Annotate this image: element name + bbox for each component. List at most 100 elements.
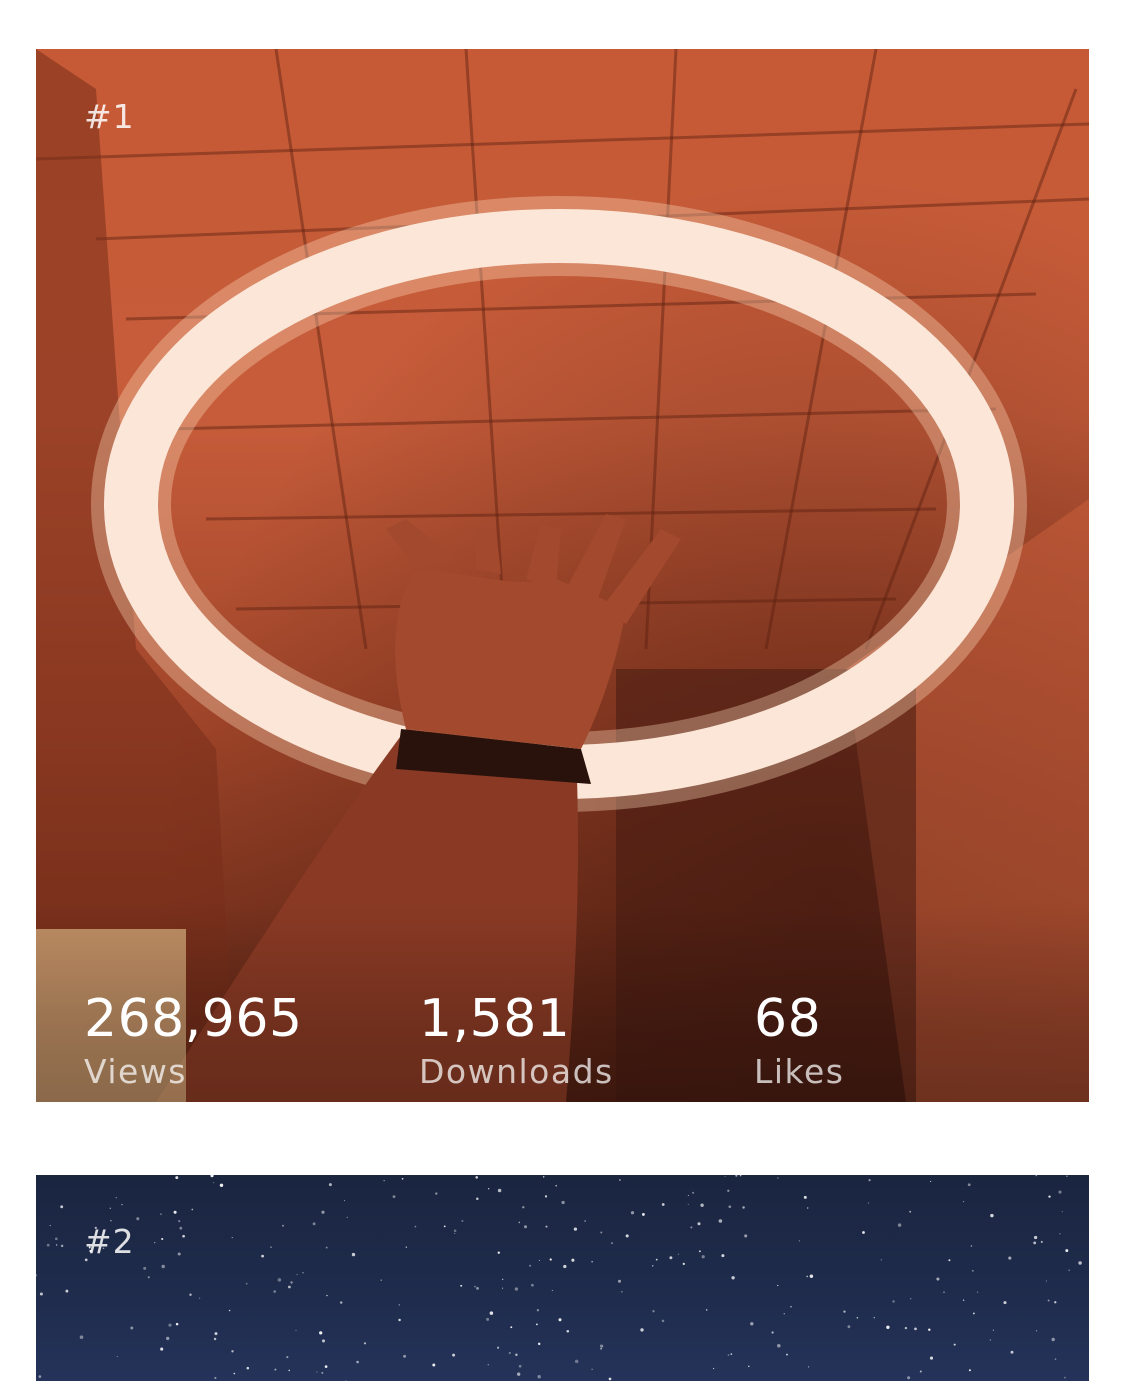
star-dot xyxy=(214,1376,217,1380)
star-dot xyxy=(1008,1256,1012,1260)
star-dot xyxy=(661,1203,665,1206)
star-dot xyxy=(700,1203,704,1207)
star-dot xyxy=(1058,1190,1062,1194)
star-dot xyxy=(798,1240,800,1242)
star-dot xyxy=(661,1319,665,1323)
star-dot xyxy=(962,1299,965,1301)
star-dot xyxy=(245,1282,248,1285)
star-dot xyxy=(383,1180,385,1182)
star-dot xyxy=(655,1258,658,1261)
star-dot xyxy=(1068,1269,1070,1271)
star-dot xyxy=(948,1259,951,1262)
star-dot xyxy=(136,1217,140,1221)
star-dot xyxy=(1065,1249,1069,1253)
star-dot xyxy=(346,1216,348,1218)
star-dot xyxy=(1061,1210,1063,1213)
star-dot xyxy=(497,1346,500,1349)
downloads-stat: 1,581 Downloads xyxy=(419,987,614,1095)
star-dot xyxy=(231,1350,234,1353)
star-dot xyxy=(65,1289,69,1293)
star-dot xyxy=(1010,1350,1014,1354)
star-dot xyxy=(618,1179,621,1181)
star-dot xyxy=(130,1326,134,1330)
star-dot xyxy=(213,1337,217,1341)
star-dot xyxy=(435,1192,438,1195)
star-dot xyxy=(730,1353,733,1355)
star-dot xyxy=(486,1317,490,1321)
star-dot xyxy=(328,1183,332,1187)
star-dot xyxy=(515,1353,518,1356)
star-dot xyxy=(669,1256,673,1260)
star-dot xyxy=(474,1285,476,1288)
star-dot xyxy=(356,1360,359,1364)
rank-label: #2 xyxy=(84,1222,135,1261)
star-dot xyxy=(288,1369,291,1372)
star-dot xyxy=(705,1309,708,1311)
likes-stat: 68 Likes xyxy=(754,987,844,1095)
star-dot xyxy=(290,1281,293,1284)
star-dot xyxy=(786,1353,788,1356)
star-dot xyxy=(690,1226,693,1229)
star-dot xyxy=(351,1252,356,1257)
star-dot xyxy=(739,1175,742,1177)
star-dot xyxy=(806,1275,808,1278)
star-dot xyxy=(46,1243,50,1247)
star-dot xyxy=(461,1219,464,1223)
star-dot xyxy=(976,1291,979,1293)
star-dot xyxy=(38,1375,42,1378)
photo-card[interactable]: #2 xyxy=(36,1175,1089,1381)
star-dot xyxy=(783,1313,785,1315)
star-dot xyxy=(475,1176,478,1179)
star-dot xyxy=(536,1309,540,1312)
star-dot xyxy=(414,1225,417,1228)
star-dot xyxy=(522,1206,525,1209)
star-dot xyxy=(286,1355,289,1359)
star-dot xyxy=(971,1269,974,1272)
star-dot xyxy=(147,1276,150,1279)
star-dot xyxy=(936,1277,940,1281)
star-dot xyxy=(919,1370,922,1373)
star-dot xyxy=(574,1359,579,1364)
star-dot xyxy=(970,1245,973,1247)
star-dot xyxy=(687,1203,689,1205)
star-dot xyxy=(566,1330,570,1333)
star-dot xyxy=(159,1213,162,1216)
downloads-label: Downloads xyxy=(419,1052,614,1091)
star-dot xyxy=(343,1199,346,1202)
star-dot xyxy=(968,1369,971,1372)
photo-image[interactable] xyxy=(36,1175,1089,1381)
star-dot xyxy=(214,1332,218,1336)
star-dot xyxy=(571,1258,575,1262)
star-dot xyxy=(175,1322,179,1326)
star-dot xyxy=(549,1258,552,1261)
photo-card[interactable]: #1 268,965 Views 1,581 Downloads 68 Like… xyxy=(36,49,1089,1102)
star-dot xyxy=(489,1311,494,1315)
star-dot xyxy=(561,1200,565,1205)
star-dot xyxy=(777,1177,779,1179)
star-dot xyxy=(282,1224,284,1227)
star-dot xyxy=(401,1177,404,1180)
star-dot xyxy=(398,1318,401,1322)
star-dot xyxy=(652,1310,655,1313)
star-dot xyxy=(432,1363,436,1367)
star-dot xyxy=(943,1291,945,1294)
star-dot xyxy=(270,1246,272,1248)
star-dot xyxy=(625,1234,629,1238)
star-dot xyxy=(143,1266,147,1270)
star-dot xyxy=(600,1231,603,1234)
views-stat: 268,965 Views xyxy=(84,987,303,1095)
star-dot xyxy=(321,1339,326,1343)
star-dot xyxy=(555,1184,558,1187)
star-dot xyxy=(460,1284,463,1287)
star-dot xyxy=(1078,1261,1082,1265)
star-dot xyxy=(809,1274,814,1279)
star-dot xyxy=(621,1291,623,1293)
star-dot xyxy=(219,1183,224,1188)
star-dot xyxy=(502,1287,504,1289)
star-dot xyxy=(1035,1175,1038,1177)
star-dot xyxy=(641,1212,645,1216)
star-dot xyxy=(405,1246,407,1248)
star-dot xyxy=(177,1252,181,1256)
star-dot xyxy=(777,1284,779,1287)
star-dot xyxy=(476,1197,479,1200)
